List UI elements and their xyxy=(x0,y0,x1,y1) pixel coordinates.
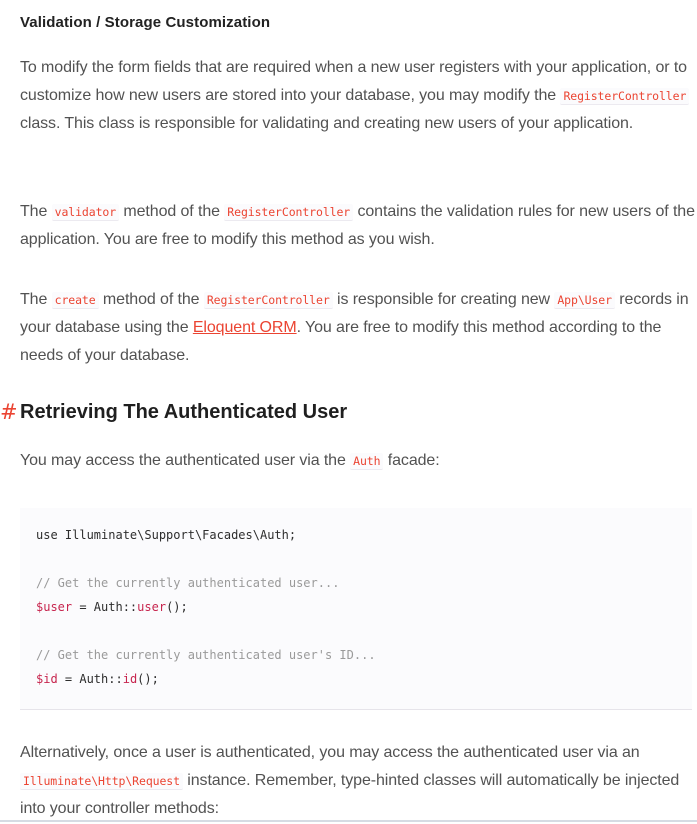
code-function: user xyxy=(137,600,167,614)
paragraph-text: facade: xyxy=(383,452,440,469)
code-comment: // Get the currently authenticated user'… xyxy=(36,648,376,662)
paragraph-create: The create method of the RegisterControl… xyxy=(20,286,697,370)
inline-code: Auth xyxy=(350,453,384,470)
section-title: Validation / Storage Customization xyxy=(20,14,271,31)
code-text: = Auth:: xyxy=(72,600,138,614)
code-line: use Illuminate\Support\Facades\Auth; xyxy=(36,528,297,542)
inline-code: Illuminate\Http\Request xyxy=(20,773,183,790)
inline-code: RegisterController xyxy=(224,204,354,221)
code-comment: // Get the currently authenticated user.… xyxy=(36,576,340,590)
paragraph-text: The xyxy=(20,291,52,308)
code-text: (); xyxy=(137,672,159,686)
paragraph-auth-facade: You may access the authenticated user vi… xyxy=(20,447,697,475)
code-function: id xyxy=(122,672,138,686)
paragraph-text: You may access the authenticated user vi… xyxy=(20,452,351,469)
paragraph-text: method of the xyxy=(98,291,204,308)
inline-code: RegisterController xyxy=(203,292,333,309)
code-block: use Illuminate\Support\Facades\Auth; // … xyxy=(20,508,692,710)
paragraph-register-controller: To modify the form fields that are requi… xyxy=(20,54,697,138)
heading-retrieving-authenticated-user: Retrieving The Authenticated User xyxy=(20,401,348,423)
inline-code: RegisterController xyxy=(560,88,690,105)
paragraph-request-instance: Alternatively, once a user is authentica… xyxy=(20,739,697,823)
code-variable: $user xyxy=(36,600,73,614)
documentation-page: Validation / Storage Customization To mo… xyxy=(0,0,697,824)
paragraph-text: The xyxy=(20,203,52,220)
code-line: $user = Auth::user(); xyxy=(36,600,188,614)
code-line: $id = Auth::id(); xyxy=(36,672,159,686)
heading-anchor-hash-icon[interactable]: # xyxy=(0,400,18,424)
paragraph-text: method of the xyxy=(119,203,225,220)
paragraph-text: Alternatively, once a user is authentica… xyxy=(20,744,640,761)
code-variable: $id xyxy=(36,672,58,686)
inline-code: create xyxy=(51,292,99,309)
code-text: = Auth:: xyxy=(57,672,123,686)
paragraph-validator: The validator method of the RegisterCont… xyxy=(20,198,697,254)
bottom-divider xyxy=(0,820,697,822)
eloquent-orm-link[interactable]: Eloquent ORM xyxy=(193,319,297,336)
paragraph-text: is responsible for creating new xyxy=(332,291,555,308)
code-text: (); xyxy=(166,600,188,614)
paragraph-text: class. This class is responsible for val… xyxy=(20,115,634,132)
inline-code: App\User xyxy=(554,292,615,309)
inline-code: validator xyxy=(51,204,120,221)
